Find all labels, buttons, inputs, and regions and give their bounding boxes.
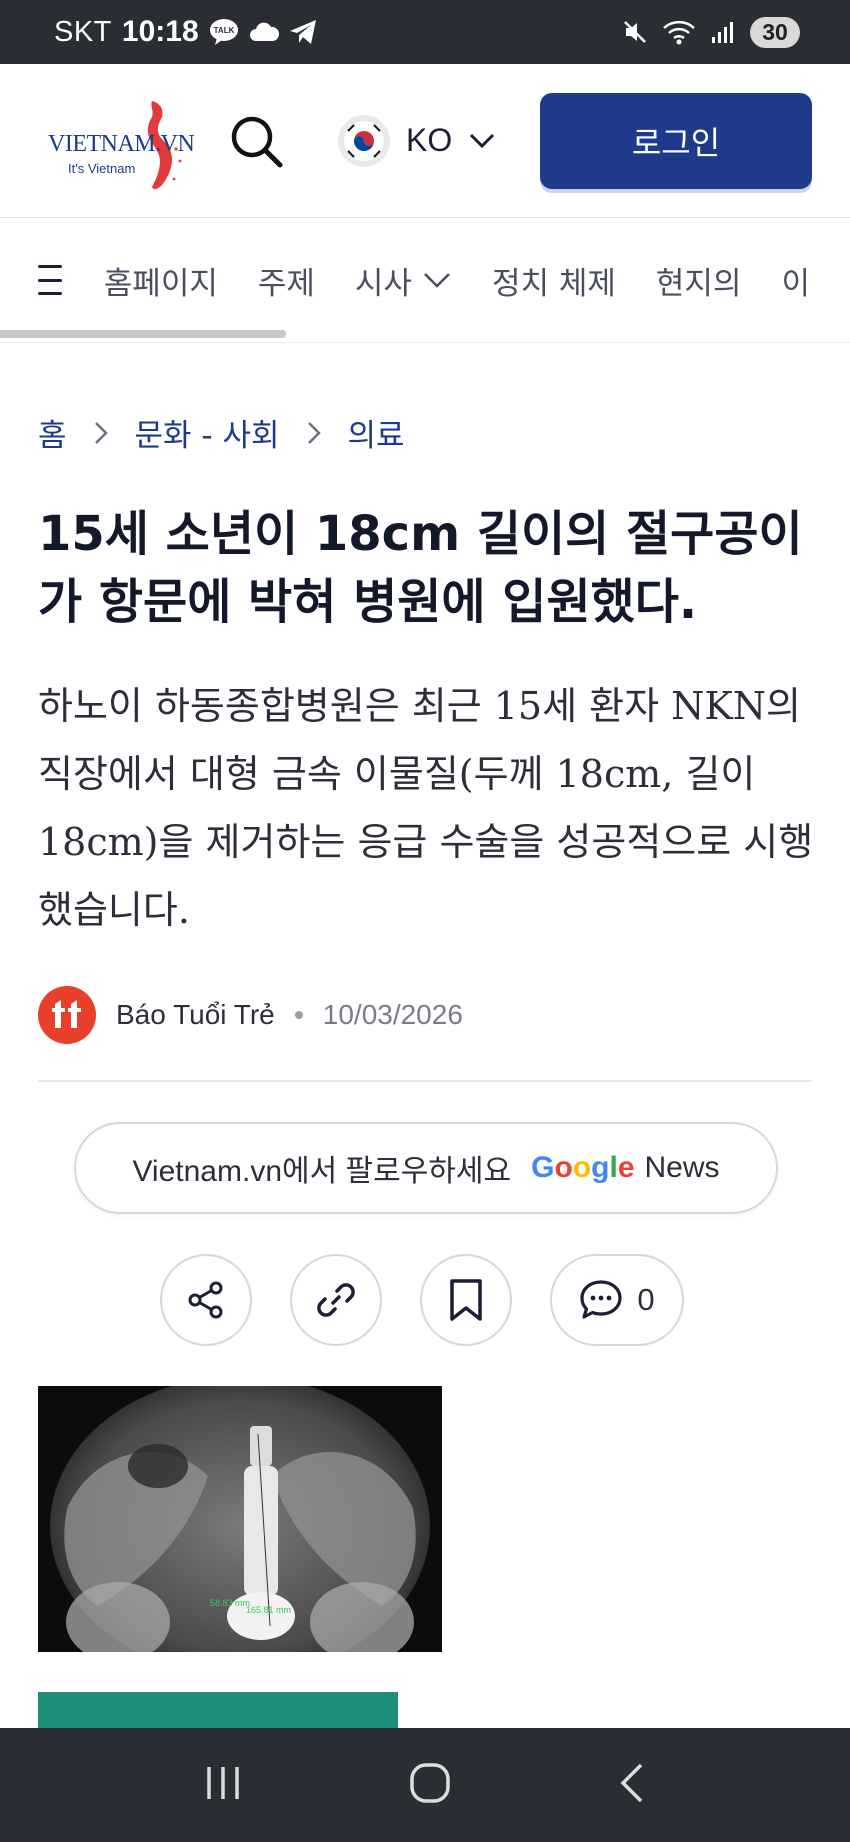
site-header: VIETNAM.VN It's Vietnam KO 로그인 [0, 64, 850, 218]
copy-link-button[interactable] [290, 1254, 382, 1346]
article-title: 15세 소년이 18cm 길이의 절구공이가 항문에 박혀 병원에 입원했다. [38, 506, 803, 630]
svg-text:TALK: TALK [213, 26, 234, 35]
news-label: News [644, 1151, 720, 1184]
chevron-down-icon [470, 133, 495, 148]
xray-length-label: 165.81 mm [246, 1605, 291, 1615]
share-button[interactable] [160, 1254, 252, 1346]
logo-text: VIETNAM.VN [48, 130, 195, 157]
chevron-right-icon [93, 420, 109, 446]
search-button[interactable] [224, 109, 288, 173]
home-button[interactable] [408, 1761, 452, 1809]
language-code: KO [406, 122, 453, 158]
link-icon [317, 1283, 355, 1317]
battery-indicator: 30 [750, 16, 800, 48]
telegram-icon [289, 19, 317, 45]
source-logo[interactable] [38, 986, 96, 1044]
back-button[interactable] [617, 1761, 647, 1809]
back-icon [620, 1763, 643, 1803]
recent-apps-button[interactable] [203, 1763, 243, 1807]
login-button[interactable]: 로그인 [540, 92, 812, 189]
nav-item-topics[interactable]: 주제 [258, 258, 315, 303]
chevron-right-icon [306, 420, 322, 446]
article-meta: Báo Tuổi Trẻ 10/03/2026 [38, 986, 463, 1044]
chevron-down-icon [424, 273, 450, 288]
korea-flag-icon [338, 114, 390, 167]
nav-item-home[interactable]: 홈페이지 [104, 258, 218, 303]
meta-separator [294, 1011, 303, 1019]
search-icon [231, 116, 283, 167]
signal-icon [710, 19, 736, 45]
language-selector[interactable]: KO [338, 114, 496, 167]
talk-icon: TALK [209, 18, 239, 46]
system-nav-bar [0, 1728, 850, 1842]
xray-illustration: 58.83 mm 165.81 mm [38, 1386, 442, 1652]
home-circle-icon [410, 1763, 450, 1803]
breadcrumb-culture-society[interactable]: 문화 - 사회 [135, 410, 280, 455]
carrier-label: SKT [54, 15, 112, 48]
nav-item-local[interactable]: 현지의 [656, 258, 742, 303]
article-actions: 0 [160, 1254, 684, 1346]
nav-item-more[interactable]: 이 [781, 258, 810, 303]
recent-apps-icon [206, 1767, 239, 1799]
category-nav: 홈페이지 주제 시사 정치 체제 현지의 이 [0, 218, 850, 342]
share-icon [188, 1281, 223, 1319]
mute-icon [622, 19, 648, 45]
source-name[interactable]: Báo Tuổi Trẻ [116, 999, 275, 1031]
article-summary: 하노이 하동종합병원은 최근 15세 환자 NKN의 직장에서 대형 금속 이물… [38, 684, 814, 932]
logo-tagline: It's Vietnam [68, 160, 136, 176]
breadcrumb: 홈 문화 - 사회 의료 [38, 410, 405, 455]
breadcrumb-health[interactable]: 의료 [348, 410, 405, 455]
site-logo[interactable]: VIETNAM.VN It's Vietnam [38, 91, 195, 191]
xray-width-label: 58.83 mm [210, 1598, 250, 1608]
status-bar: SKT 10:18 TALK 30 [0, 0, 850, 64]
xray-image[interactable]: 58.83 mm 165.81 mm [38, 1386, 442, 1652]
clock: 10:18 [121, 15, 199, 48]
divider [38, 1080, 812, 1082]
follow-text: Vietnam.vn에서 팔로우하세요 [132, 1155, 512, 1188]
nav-scroll-indicator [0, 330, 286, 338]
follow-google-news-button[interactable]: Vietnam.vn에서 팔로우하세요 Google News [74, 1122, 778, 1214]
cloud-icon [249, 21, 279, 43]
comments-button[interactable]: 0 [550, 1254, 684, 1346]
hamburger-menu-icon[interactable] [38, 265, 62, 295]
google-wordmark: Google [531, 1151, 635, 1184]
comment-icon [580, 1280, 622, 1319]
wifi-icon [662, 19, 696, 45]
publish-date: 10/03/2026 [322, 999, 463, 1030]
nav-item-current-affairs[interactable]: 시사 [355, 258, 452, 303]
nav-item-political-system[interactable]: 정치 체제 [492, 258, 616, 303]
tuoi-tre-logo-icon [52, 1000, 81, 1028]
bookmark-button[interactable] [420, 1254, 512, 1346]
bookmark-icon [450, 1279, 482, 1321]
breadcrumb-home[interactable]: 홈 [38, 410, 67, 455]
nav-item-label: 시사 [354, 265, 412, 302]
nav-divider [0, 342, 850, 343]
comment-count: 0 [637, 1282, 655, 1317]
